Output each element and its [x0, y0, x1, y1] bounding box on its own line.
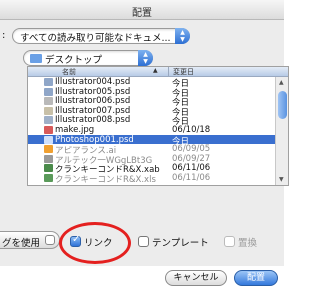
file-name: Illustrator004.psd	[55, 77, 131, 87]
file-name: Illustrator008.psd	[55, 115, 131, 126]
file-icon	[44, 97, 53, 106]
file-row[interactable]: Photoshop001.psd 今日	[28, 134, 276, 147]
folder-icon	[30, 54, 42, 63]
replace-checkbox	[224, 236, 235, 247]
file-row[interactable]: Illustrator008.psd 今日	[28, 115, 276, 127]
link-highlight-annotation	[59, 222, 131, 264]
replace-label: 置換	[238, 238, 258, 249]
title-bar: 配置	[0, 0, 284, 20]
file-row[interactable]: アピアランス.ai 06/09/05	[28, 144, 276, 156]
file-icon	[44, 87, 53, 96]
file-row[interactable]: Illustrator007.psd 今日	[28, 105, 276, 118]
file-row[interactable]: クランキーコンドR&X.xls 06/11/06	[28, 172, 276, 185]
window-title: 配置	[132, 8, 152, 19]
file-name: Illustrator006.psd	[55, 96, 131, 107]
scroll-down-icon[interactable]: ▼	[279, 176, 284, 183]
file-icon	[44, 164, 53, 173]
file-row[interactable]: Illustrator006.psd 今日	[28, 96, 276, 108]
file-date: 06/11/06	[172, 172, 211, 183]
use-option-checkbox[interactable]	[45, 235, 55, 245]
column-name-header[interactable]: 名前	[62, 67, 76, 77]
cancel-button[interactable]: キャンセル	[165, 270, 227, 286]
file-icon	[44, 135, 53, 144]
file-browser-list[interactable]: 名前 ▲ 変更日 Illustrator004.psd 今日 Illustrator…	[27, 66, 289, 186]
column-header: 名前 ▲ 変更日	[28, 67, 288, 77]
file-icon	[44, 145, 53, 154]
column-date-header[interactable]: 変更日	[168, 67, 194, 77]
scroll-thumb[interactable]	[278, 91, 287, 119]
file-name: クランキーコンドR&X.xls	[55, 174, 156, 185]
file-row[interactable]: クランキーコンドR&X.xab 06/11/06	[28, 163, 276, 175]
filter-label: :	[2, 30, 6, 41]
template-label: テンプレート	[152, 238, 209, 249]
template-checkbox[interactable]	[138, 236, 149, 247]
file-rows: Illustrator004.psd 今日 Illustrator005.psd 今日…	[28, 77, 276, 185]
file-icon	[44, 173, 53, 182]
use-option[interactable]: グを使用	[0, 231, 60, 249]
file-date: 06/09/05	[172, 144, 211, 155]
location-value: デスクトップ	[45, 55, 103, 66]
file-date: 06/10/18	[172, 124, 211, 135]
vertical-scrollbar[interactable]: ▲ ▼	[275, 77, 288, 185]
scroll-up-icon[interactable]: ▲	[279, 79, 284, 86]
file-icon	[44, 125, 53, 134]
file-row[interactable]: アルテック一WGgLBt3G 06/09/27	[28, 153, 276, 166]
file-type-value: すべての読み取り可能なドキュメ...	[20, 33, 171, 44]
file-name: make.jpg	[55, 124, 95, 135]
file-icon	[44, 106, 53, 115]
use-option-label: グを使用	[2, 238, 41, 249]
file-icon	[44, 78, 53, 86]
file-date: 06/11/06	[172, 163, 211, 174]
file-row[interactable]: Illustrator004.psd 今日	[28, 77, 276, 89]
place-button[interactable]: 配置	[234, 270, 278, 286]
file-date: 06/09/27	[172, 153, 211, 164]
file-icon	[44, 116, 53, 125]
file-name: Illustrator005.psd	[55, 86, 131, 97]
file-row[interactable]: make.jpg 06/10/18	[28, 125, 276, 135]
file-name: Illustrator007.psd	[55, 105, 131, 116]
file-type-popup[interactable]: すべての読み取り可能なドキュメ... ▲ ▼	[12, 28, 190, 44]
file-icon	[44, 154, 53, 163]
file-row[interactable]: Illustrator005.psd 今日	[28, 86, 276, 99]
sort-ascending-icon: ▲	[153, 67, 158, 74]
location-popup[interactable]: デスクトップ ▲ ▼	[23, 50, 153, 66]
file-name: Photoshop001.psd	[55, 134, 134, 145]
